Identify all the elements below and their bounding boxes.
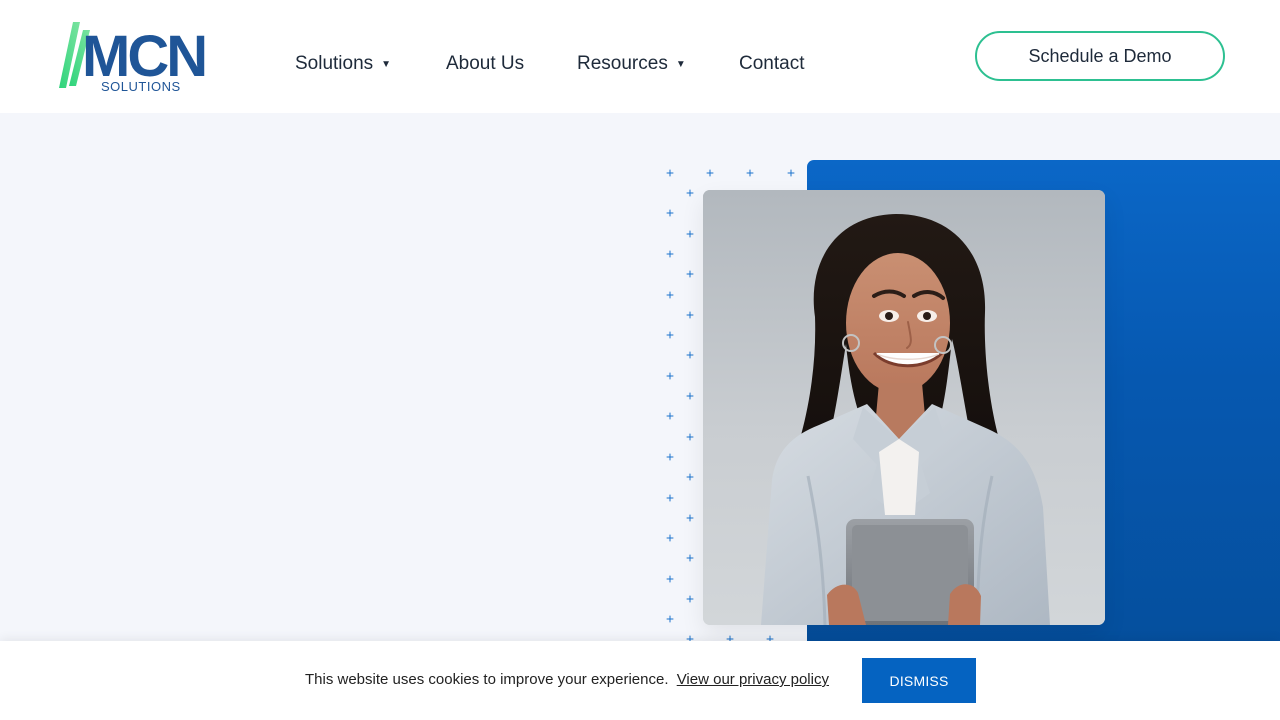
main-navigation: Solutions ▼ About Us Resources ▼ Contact <box>295 50 829 78</box>
landing-page: MCN SOLUTIONS Solutions ▼ About Us Resou… <box>0 0 1280 720</box>
dismiss-cookie-button[interactable]: DISMISS <box>862 658 976 703</box>
cookie-banner: This website uses cookies to improve you… <box>0 641 1280 720</box>
chevron-down-icon: ▼ <box>675 59 686 70</box>
hero-portrait-image <box>703 190 1105 625</box>
nav-about-us-label: About Us <box>446 53 525 74</box>
schedule-demo-button[interactable]: Schedule a Demo <box>975 31 1225 81</box>
nav-about-us[interactable]: About Us <box>446 53 577 75</box>
nav-resources-label: Resources <box>577 53 668 74</box>
nav-contact[interactable]: Contact <box>739 53 829 75</box>
company-logo[interactable]: MCN SOLUTIONS <box>55 18 225 96</box>
site-header: MCN SOLUTIONS Solutions ▼ About Us Resou… <box>0 0 1280 113</box>
nav-contact-label: Contact <box>739 53 805 74</box>
logo-sub-text: SOLUTIONS <box>101 79 181 94</box>
cookie-message-container: This website uses cookies to improve you… <box>305 668 829 692</box>
cookie-message: This website uses cookies to improve you… <box>305 671 669 688</box>
nav-solutions[interactable]: Solutions ▼ <box>295 53 446 75</box>
nav-solutions-label: Solutions <box>295 53 374 74</box>
nav-resources[interactable]: Resources ▼ <box>577 53 739 75</box>
chevron-down-icon: ▼ <box>381 59 392 70</box>
privacy-policy-link[interactable]: View our privacy policy <box>677 671 829 688</box>
